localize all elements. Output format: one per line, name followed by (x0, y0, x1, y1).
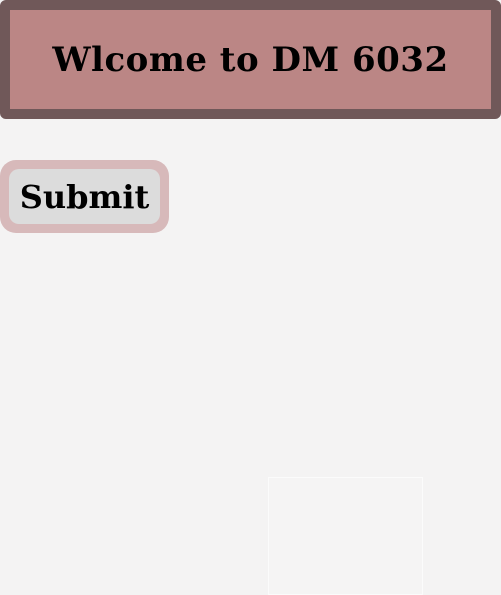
empty-panel (268, 477, 423, 595)
header-banner: Wlcome to DM 6032 (0, 0, 501, 119)
submit-button-frame: Submit (0, 160, 169, 233)
submit-button[interactable]: Submit (9, 169, 160, 224)
page-title: Wlcome to DM 6032 (52, 39, 449, 80)
